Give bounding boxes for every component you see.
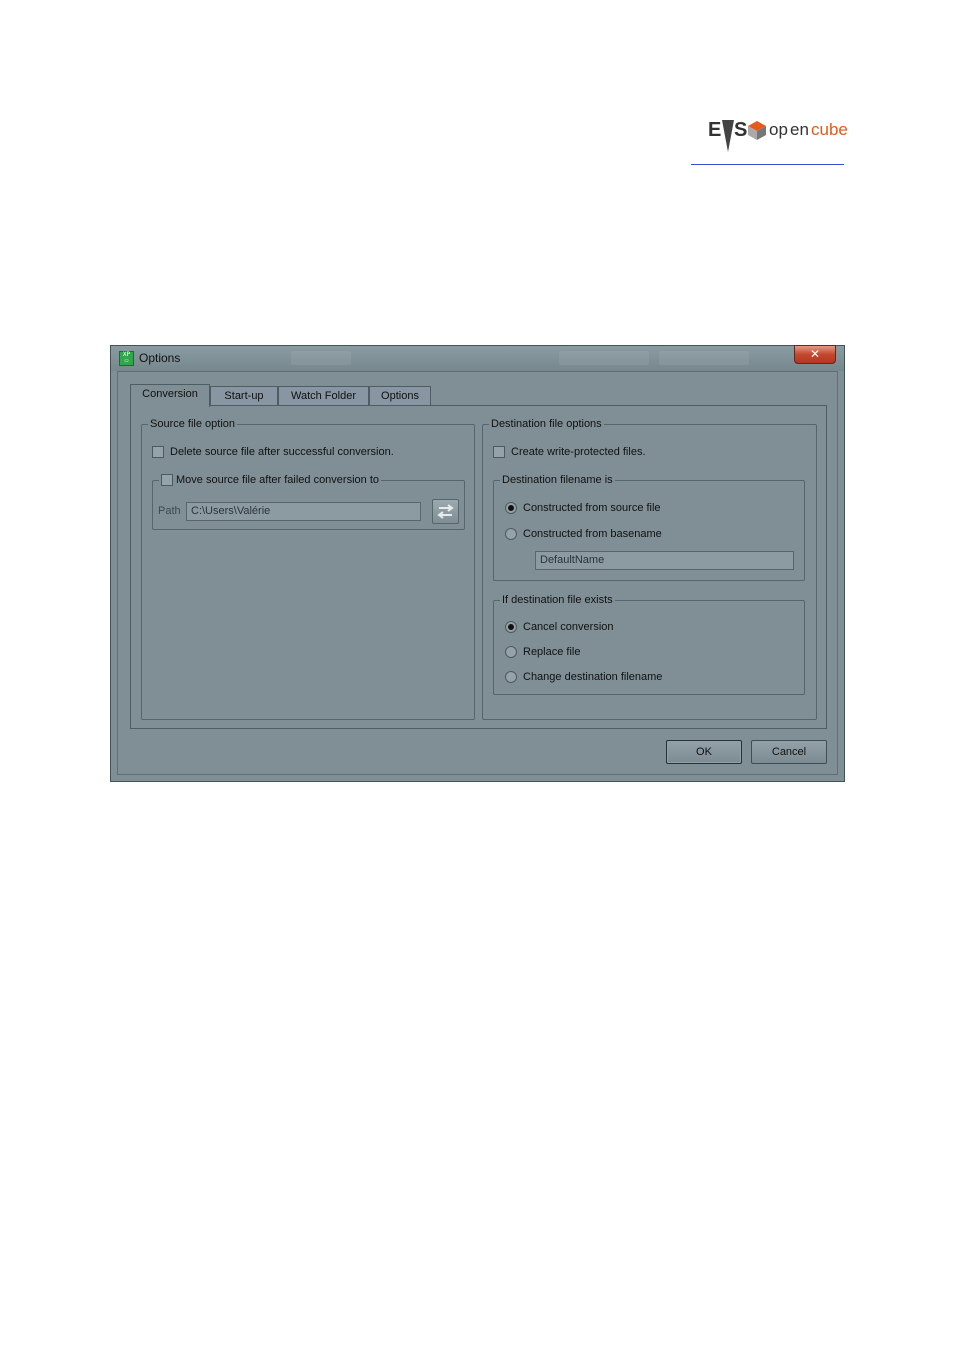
from-source-option[interactable]: Constructed from source file bbox=[505, 502, 661, 514]
tab-watch-folder[interactable]: Watch Folder bbox=[278, 386, 369, 406]
destination-group-label: Destination file options bbox=[489, 417, 604, 431]
tab-conversion[interactable]: Conversion bbox=[130, 384, 210, 407]
cancel-conversion-option[interactable]: Cancel conversion bbox=[505, 621, 614, 633]
if-exists-label: If destination file exists bbox=[500, 593, 615, 607]
move-source-group: Move source file after failed conversion… bbox=[152, 473, 465, 530]
replace-file-option[interactable]: Replace file bbox=[505, 646, 580, 658]
if-exists-group: If destination file exists Cancel conver… bbox=[493, 593, 805, 695]
svg-text:S: S bbox=[734, 119, 747, 141]
write-protect-label: Create write-protected files. bbox=[511, 446, 646, 458]
path-field[interactable]: C:\Users\Valérie bbox=[186, 502, 421, 521]
ok-button[interactable]: OK bbox=[666, 740, 742, 764]
svg-text:E: E bbox=[708, 119, 721, 141]
title-bar[interactable]: XP ▭ Options ✕ bbox=[111, 345, 844, 371]
titlebar-reflection bbox=[559, 351, 649, 365]
change-filename-radio[interactable] bbox=[505, 671, 517, 683]
replace-file-radio[interactable] bbox=[505, 646, 517, 658]
destination-filename-group: Destination filename is Constructed from… bbox=[493, 473, 805, 581]
conversion-tab-panel: Source file option Delete source file af… bbox=[130, 405, 827, 729]
tab-options[interactable]: Options bbox=[369, 386, 431, 406]
destination-filename-label: Destination filename is bbox=[500, 473, 615, 487]
browse-folder-button[interactable] bbox=[432, 499, 459, 524]
write-protect-option[interactable]: Create write-protected files. bbox=[493, 446, 646, 458]
svg-text:op: op bbox=[769, 120, 788, 139]
from-basename-label: Constructed from basename bbox=[523, 528, 662, 540]
header-rule bbox=[691, 164, 844, 165]
from-source-radio[interactable] bbox=[505, 502, 517, 514]
tab-start-up[interactable]: Start-up bbox=[210, 386, 278, 406]
cancel-conversion-radio[interactable] bbox=[505, 621, 517, 633]
write-protect-checkbox[interactable] bbox=[493, 446, 505, 458]
cancel-button[interactable]: Cancel bbox=[751, 740, 827, 764]
from-basename-radio[interactable] bbox=[505, 528, 517, 540]
svg-text:cube: cube bbox=[811, 120, 848, 139]
move-source-label: Move source file after failed conversion… bbox=[176, 474, 379, 486]
replace-file-label: Replace file bbox=[523, 646, 581, 658]
path-label: Path bbox=[158, 505, 181, 517]
close-button[interactable]: ✕ bbox=[794, 345, 836, 364]
options-dialog: XP ▭ Options ✕ Conversion Start-up Watch … bbox=[110, 345, 845, 782]
window-title: Options bbox=[139, 351, 181, 365]
source-file-option-group: Source file option Delete source file af… bbox=[141, 417, 475, 720]
change-filename-label: Change destination filename bbox=[523, 671, 663, 683]
titlebar-reflection bbox=[291, 351, 351, 365]
titlebar-reflection bbox=[659, 351, 749, 365]
basename-field[interactable]: DefaultName bbox=[535, 551, 794, 570]
svg-text:en: en bbox=[790, 120, 809, 139]
destination-file-options-group: Destination file options Create write-pr… bbox=[482, 417, 817, 720]
app-icon: XP ▭ bbox=[119, 351, 134, 366]
change-filename-option[interactable]: Change destination filename bbox=[505, 671, 662, 683]
cancel-conversion-label: Cancel conversion bbox=[523, 621, 614, 633]
move-source-legend[interactable]: Move source file after failed conversion… bbox=[159, 473, 381, 487]
delete-source-label: Delete source file after successful conv… bbox=[170, 446, 394, 458]
delete-source-checkbox[interactable] bbox=[152, 446, 164, 458]
dialog-client-area: Conversion Start-up Watch Folder Options… bbox=[117, 371, 838, 775]
source-group-label: Source file option bbox=[148, 417, 237, 431]
folder-arrows-icon bbox=[437, 504, 454, 519]
from-basename-option[interactable]: Constructed from basename bbox=[505, 528, 662, 540]
move-source-checkbox[interactable] bbox=[161, 474, 173, 486]
from-source-label: Constructed from source file bbox=[523, 502, 661, 514]
delete-source-option[interactable]: Delete source file after successful conv… bbox=[152, 446, 394, 458]
evs-opencube-logo: E S op en cube bbox=[708, 112, 848, 158]
